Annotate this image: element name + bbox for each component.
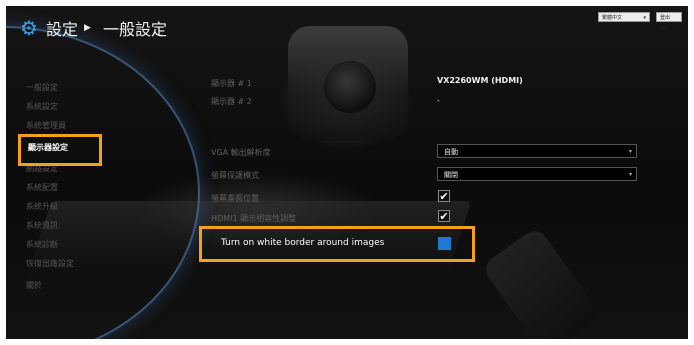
monitor2-value: - xyxy=(437,96,440,105)
sidebar-highlight-box xyxy=(18,134,102,166)
gear-icon[interactable]: ⚙ xyxy=(20,18,40,38)
sidebar-item-diagnostics[interactable]: 系統診斷 xyxy=(26,239,58,250)
sidebar-item-label: 一般設定 xyxy=(26,83,58,92)
monitor2-label: 顯示器 # 2 xyxy=(211,97,252,106)
hdmi-compat-label: HDMI1 顯示相容性調整 xyxy=(211,214,297,223)
triangle-right-icon: ▶ xyxy=(84,23,91,33)
chevron-down-icon: ▾ xyxy=(628,148,632,155)
checkmark-icon: ✔ xyxy=(439,190,449,203)
monitor1-value: VX2260WM (HDMI) xyxy=(437,76,523,85)
chevron-down-icon: ▾ xyxy=(643,15,646,21)
breadcrumb-general-settings: 一般設定 xyxy=(102,20,167,39)
monitor1-label: 顯示器 # 1 xyxy=(211,79,252,88)
screensaver-label: 螢幕保護模式 xyxy=(211,171,259,180)
sidebar-item-label: 系統診斷 xyxy=(26,240,58,249)
sidebar-item-config[interactable]: 系統配置 xyxy=(26,182,58,193)
white-border-label: Turn on white border around images xyxy=(221,238,385,248)
camera-lens-image xyxy=(324,61,376,113)
logout-label: 登出 [X] xyxy=(660,15,671,31)
sidebar-item-label: 系統設定 xyxy=(26,102,58,111)
breadcrumb-settings[interactable]: 設定 xyxy=(46,16,78,40)
sidebar-item-admin[interactable]: 系統管理員 xyxy=(26,120,66,131)
white-border-checkbox[interactable] xyxy=(438,237,451,250)
logout-button[interactable]: 登出 [X] xyxy=(656,12,682,31)
overscan-checkbox[interactable]: ✔ xyxy=(438,190,450,202)
sidebar-item-label: 系統配置 xyxy=(26,183,58,192)
tutorial-frame: ⚙ 設定 ▶ 一般設定 繁體中文 ▾ 登出 [X] 一般設定 系統設定 系統管理… xyxy=(0,0,694,345)
page-header: ⚙ 設定 ▶ 一般設定 xyxy=(20,16,167,40)
vga-resolution-select[interactable]: 自動 ▾ xyxy=(437,144,637,158)
sidebar-item-info[interactable]: 系統資訊 xyxy=(26,220,58,231)
remote-control-image xyxy=(480,225,602,339)
sidebar-item-label: 系統升級 xyxy=(26,202,58,211)
vga-resolution-value: 自動 xyxy=(444,148,458,156)
overscan-label: 螢幕畫面位置 xyxy=(211,194,259,203)
language-select[interactable]: 繁體中文 ▾ xyxy=(598,12,650,22)
sidebar-item-label: 恢復出廠設定 xyxy=(26,259,74,268)
sidebar-item-about[interactable]: 關於 xyxy=(26,280,42,291)
sidebar-item-factory-reset[interactable]: 恢復出廠設定 xyxy=(26,258,74,269)
hdmi-compat-checkbox[interactable]: ✔ xyxy=(438,210,450,222)
language-select-value: 繁體中文 xyxy=(602,15,623,21)
sidebar-item-label: 系統資訊 xyxy=(26,221,58,230)
sidebar-item-label: 關於 xyxy=(26,281,42,290)
settings-screen: ⚙ 設定 ▶ 一般設定 繁體中文 ▾ 登出 [X] 一般設定 系統設定 系統管理… xyxy=(6,6,688,339)
sidebar-item-upgrade[interactable]: 系統升級 xyxy=(26,201,58,212)
checkmark-icon: ✔ xyxy=(439,210,449,223)
chevron-down-icon: ▾ xyxy=(628,171,632,178)
sidebar-item-system[interactable]: 系統設定 xyxy=(26,101,58,112)
sidebar-item-label: 系統管理員 xyxy=(26,121,66,130)
sidebar-item-general[interactable]: 一般設定 xyxy=(26,82,58,93)
vga-resolution-label: VGA 輸出解析度 xyxy=(211,148,271,157)
screensaver-value: 關閉 xyxy=(444,171,458,179)
screensaver-select[interactable]: 關閉 ▾ xyxy=(437,167,637,181)
